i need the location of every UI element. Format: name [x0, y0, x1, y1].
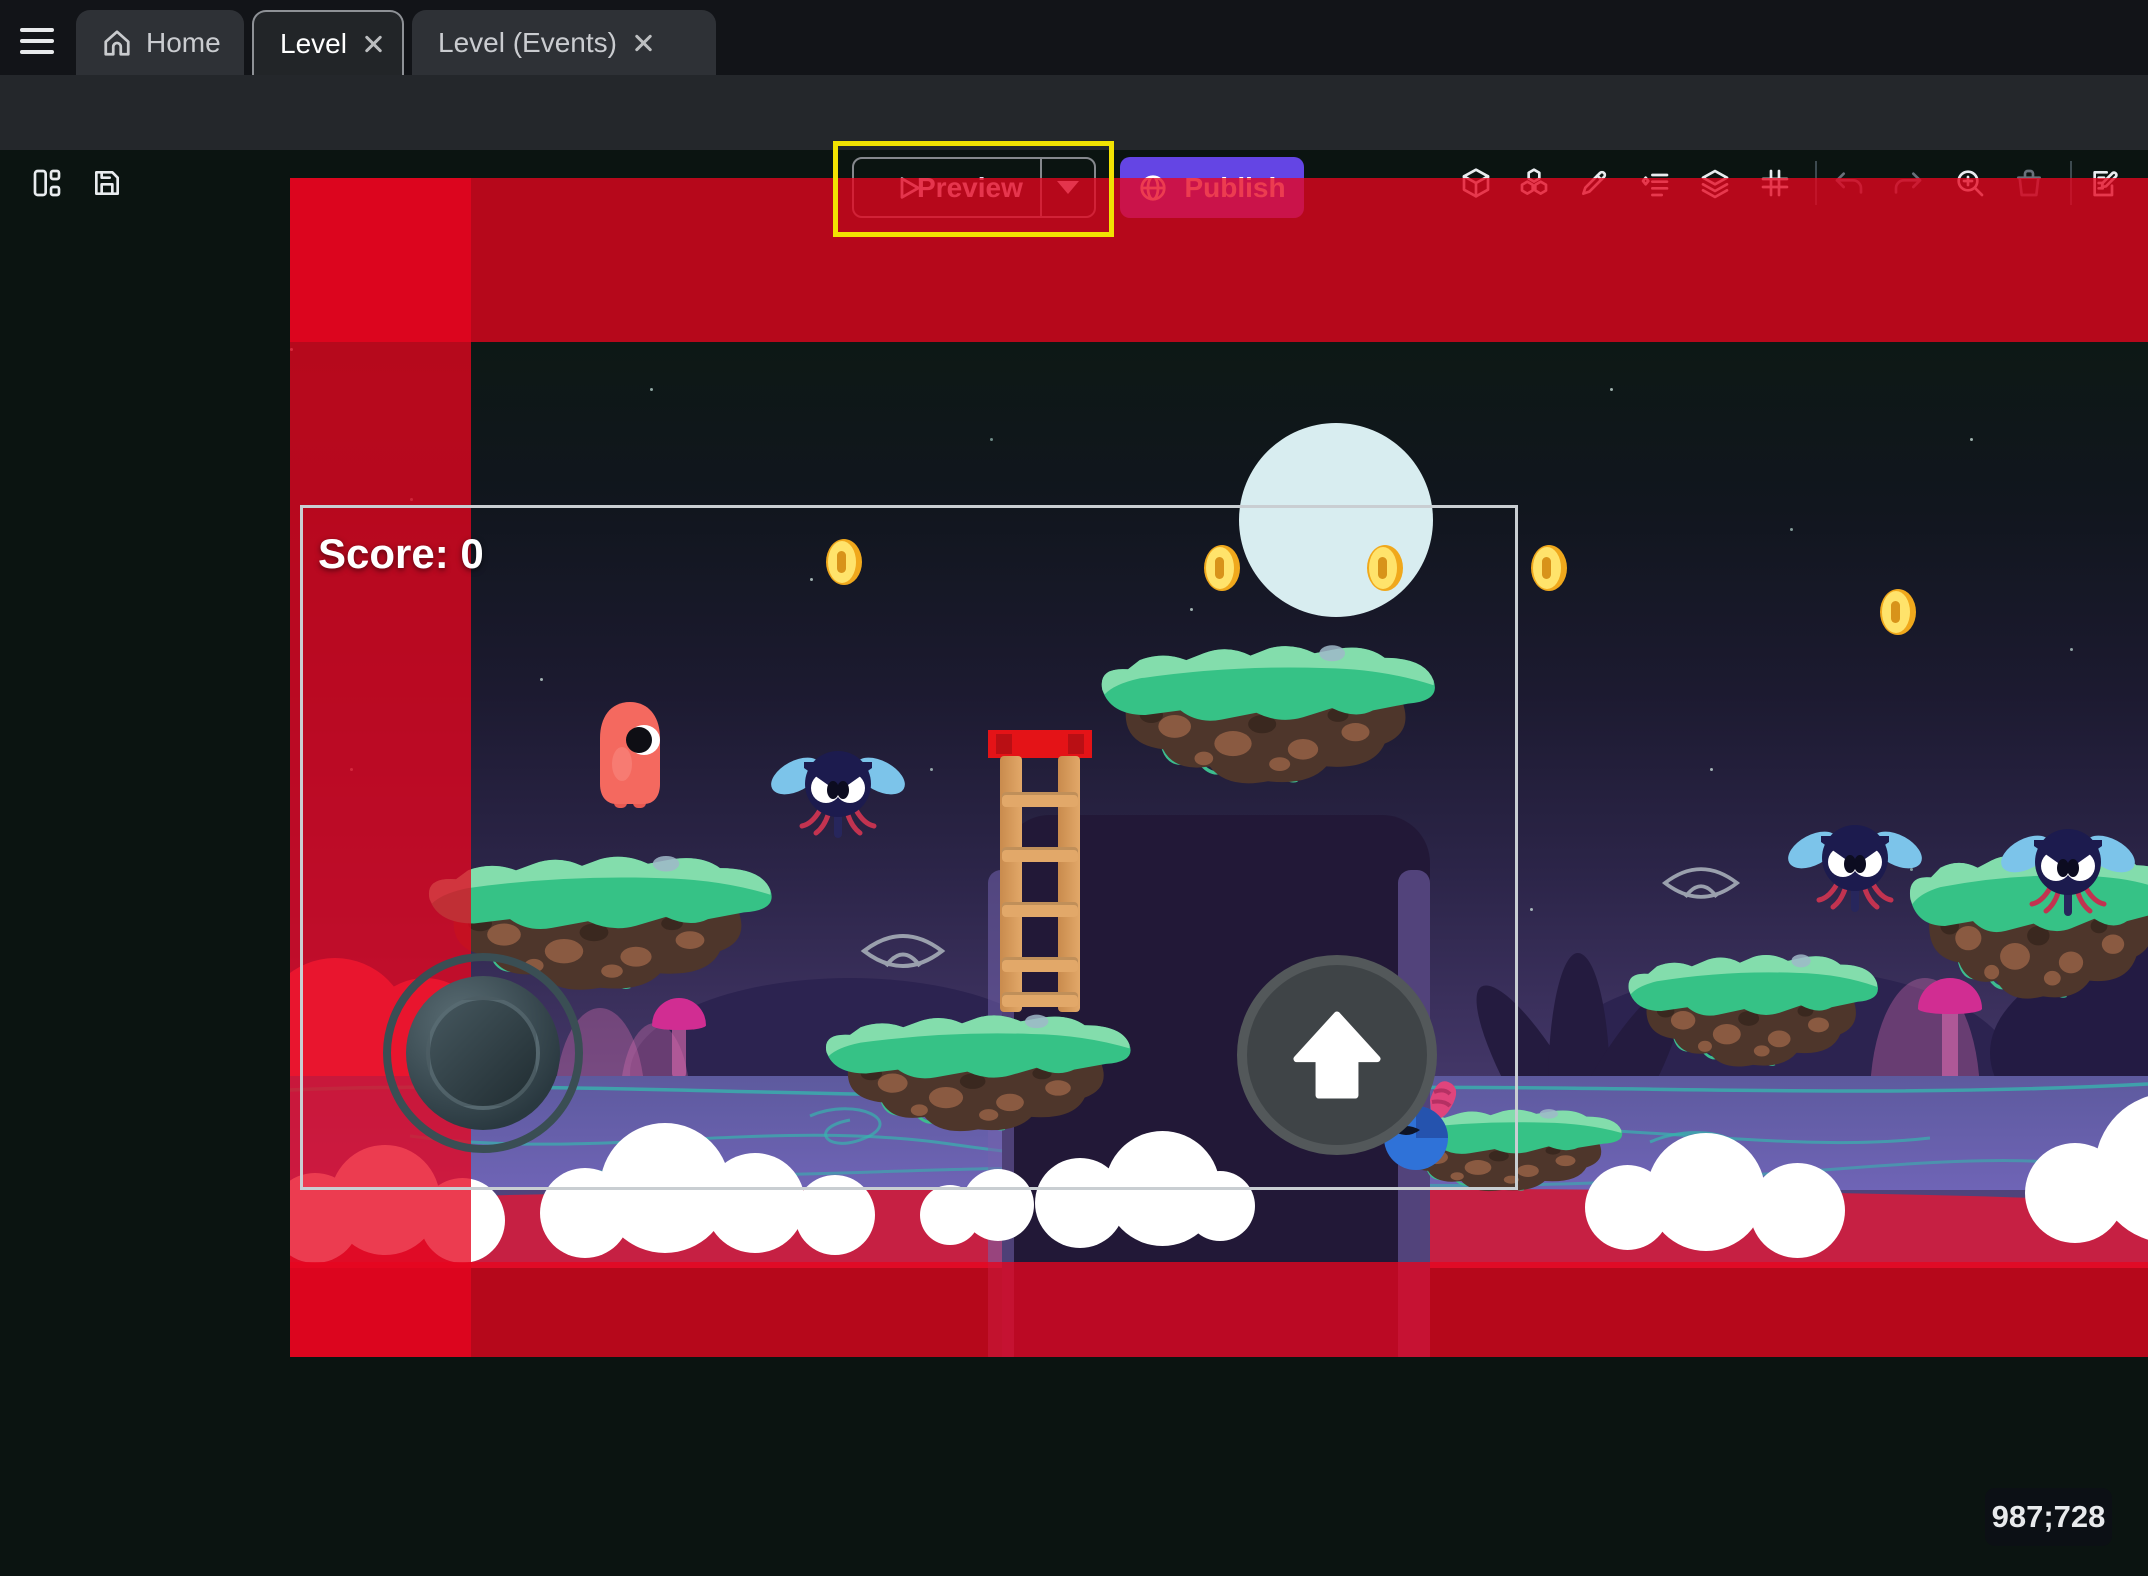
tab-home[interactable]: Home: [76, 10, 244, 75]
cloud: [920, 1163, 1050, 1243]
tab-level[interactable]: Level: [252, 10, 404, 75]
mushroom: [1942, 1006, 1958, 1086]
level-editor-canvas[interactable]: Score: 0: [290, 178, 2148, 1357]
grass-platform[interactable]: [1622, 946, 1884, 1076]
score-text[interactable]: Score: 0: [318, 530, 484, 578]
cloud: [540, 1113, 920, 1243]
player-character[interactable]: [598, 700, 662, 810]
tab-home-label: Home: [146, 27, 221, 59]
stars: [290, 348, 293, 351]
cloud: [1035, 1123, 1255, 1243]
coin[interactable]: [826, 539, 862, 585]
hamburger-menu-icon[interactable]: [20, 28, 54, 54]
tab-level-label: Level: [280, 28, 347, 60]
ladder[interactable]: [988, 730, 1092, 1012]
close-icon[interactable]: [631, 31, 655, 55]
app-window: Home Level Level (Events) Preview: [0, 0, 2148, 1576]
save-icon[interactable]: [90, 166, 124, 200]
tab-level-events-label: Level (Events): [438, 27, 617, 59]
layout-panels-icon[interactable]: [30, 166, 64, 200]
fly-enemy[interactable]: [1785, 812, 1925, 912]
up-arrow-icon: [1272, 990, 1402, 1120]
moon[interactable]: [1239, 423, 1433, 617]
cursor-coordinates-badge: 987;728: [1985, 1488, 2112, 1546]
virtual-joystick[interactable]: [383, 953, 583, 1153]
out-of-bounds-top: [290, 178, 2148, 342]
cloud: [1585, 1123, 1865, 1248]
grass-platform[interactable]: [1093, 635, 1443, 795]
coin[interactable]: [1880, 589, 1916, 635]
fly-enemy[interactable]: [768, 738, 908, 838]
coin[interactable]: [1204, 545, 1240, 591]
eye-decoration[interactable]: [859, 925, 947, 977]
tab-bar: Home Level Level (Events): [0, 0, 2148, 75]
coin[interactable]: [1531, 545, 1567, 591]
fly-enemy[interactable]: [1998, 816, 2138, 916]
close-icon[interactable]: [361, 32, 385, 56]
jump-button[interactable]: [1237, 955, 1437, 1155]
home-icon: [102, 28, 132, 58]
toolbar: Preview Publish: [0, 75, 2148, 150]
coin[interactable]: [1367, 545, 1403, 591]
eye-decoration[interactable]: [1659, 859, 1743, 907]
tab-level-events[interactable]: Level (Events): [412, 10, 716, 75]
cloud: [2025, 1073, 2148, 1253]
